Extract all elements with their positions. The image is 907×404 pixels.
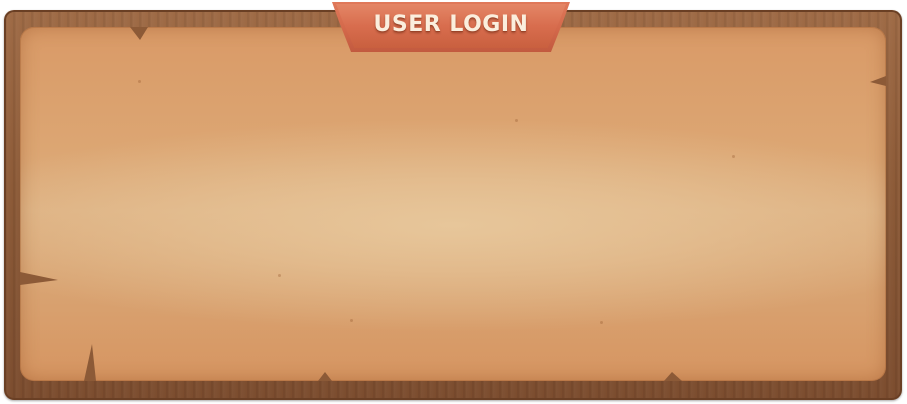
torn-notch — [84, 344, 96, 381]
torn-notch — [130, 27, 148, 40]
torn-notch — [20, 272, 58, 285]
torn-notch — [318, 372, 332, 381]
torn-edges — [20, 27, 886, 381]
torn-notch — [664, 372, 682, 381]
login-panel: USER LOGIN — [0, 0, 907, 404]
torn-notch — [870, 76, 886, 86]
panel-title: USER LOGIN — [373, 12, 529, 37]
